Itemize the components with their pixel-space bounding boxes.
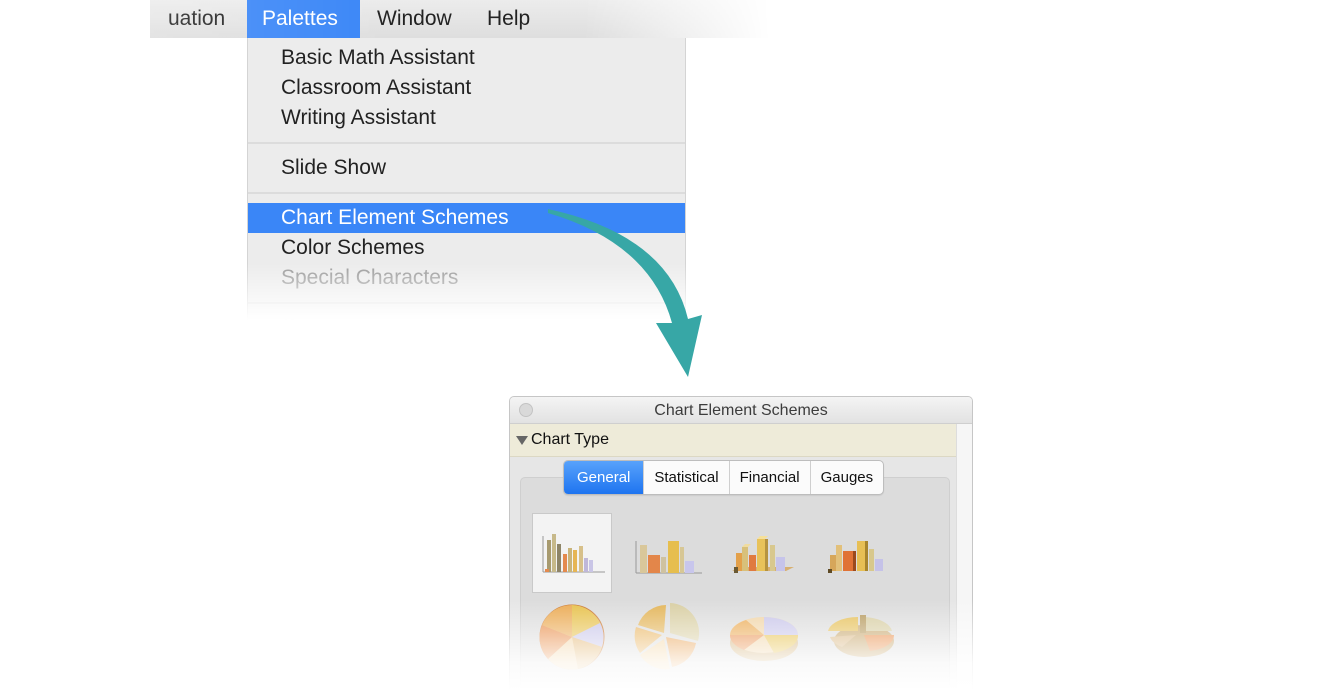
chart-scheme-option[interactable] bbox=[628, 515, 708, 595]
menu-bar: uation Palettes Window Help bbox=[150, 0, 770, 38]
menu-help[interactable]: Help bbox=[472, 0, 545, 38]
section-header-chart-type[interactable]: Chart Type bbox=[510, 424, 956, 457]
window-title: Chart Element Schemes bbox=[654, 402, 828, 419]
bar-chart-flat-icon bbox=[635, 541, 702, 574]
curved-arrow-icon bbox=[548, 209, 702, 377]
tab-gauges[interactable]: Gauges bbox=[809, 461, 884, 494]
chart-scheme-option[interactable] bbox=[724, 515, 804, 595]
fade-overlay bbox=[500, 600, 990, 690]
chart-scheme-option[interactable] bbox=[532, 513, 612, 593]
bar-chart-3d-icon bbox=[732, 536, 794, 573]
tab-general[interactable]: General bbox=[564, 461, 644, 494]
section-label: Chart Type bbox=[531, 431, 609, 448]
tab-statistical[interactable]: Statistical bbox=[643, 461, 728, 494]
menu-item-other-faded: Ot bbox=[281, 314, 304, 337]
menu-item-classroom-assistant[interactable]: Classroom Assistant bbox=[248, 73, 685, 103]
disclosure-triangle-icon[interactable] bbox=[516, 436, 528, 445]
tab-financial[interactable]: Financial bbox=[728, 461, 810, 494]
menu-separator bbox=[248, 192, 685, 194]
menu-window[interactable]: Window bbox=[362, 0, 467, 38]
menu-separator bbox=[248, 142, 685, 144]
chart-type-tabs: General Statistical Financial Gauges bbox=[563, 460, 885, 495]
menu-item-slide-show[interactable]: Slide Show bbox=[248, 153, 685, 183]
bar-chart-3d-shaded-icon bbox=[828, 541, 883, 573]
menu-item-writing-assistant[interactable]: Writing Assistant bbox=[248, 103, 685, 133]
bar-chart-thin-icon bbox=[542, 534, 605, 573]
menu-item-basic-math-assistant[interactable]: Basic Math Assistant bbox=[248, 43, 685, 73]
chart-scheme-option[interactable] bbox=[820, 515, 900, 595]
menu-evaluation[interactable]: uation bbox=[150, 0, 240, 38]
window-titlebar[interactable]: Chart Element Schemes bbox=[510, 397, 972, 424]
menu-palettes[interactable]: Palettes bbox=[247, 0, 360, 38]
